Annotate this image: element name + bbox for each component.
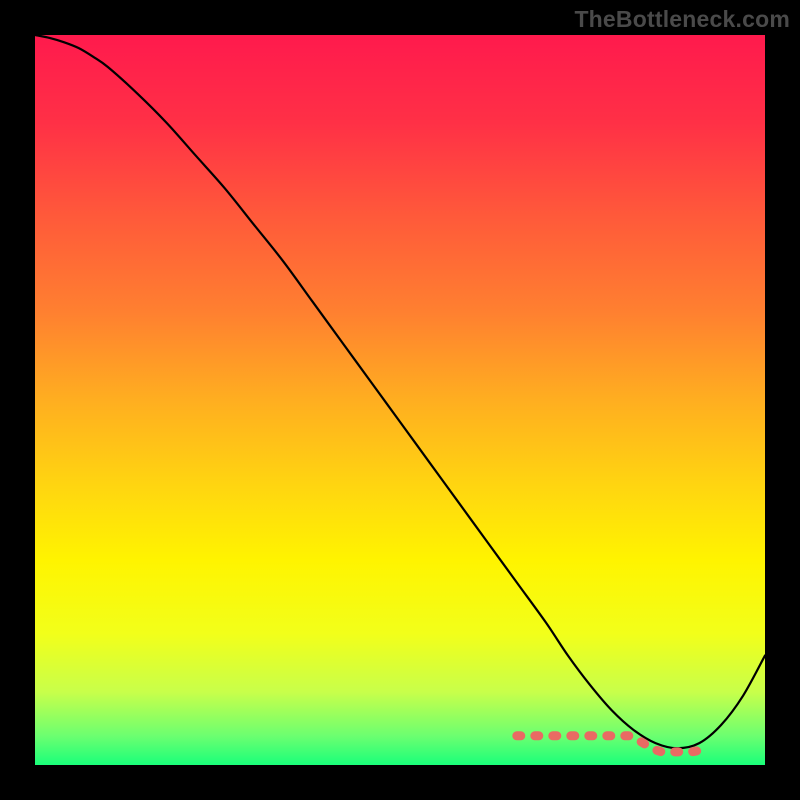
gradient-background xyxy=(35,35,765,765)
plot-area xyxy=(35,35,765,765)
watermark-text: TheBottleneck.com xyxy=(574,6,790,33)
plot-svg xyxy=(35,35,765,765)
chart-frame: TheBottleneck.com xyxy=(0,0,800,800)
